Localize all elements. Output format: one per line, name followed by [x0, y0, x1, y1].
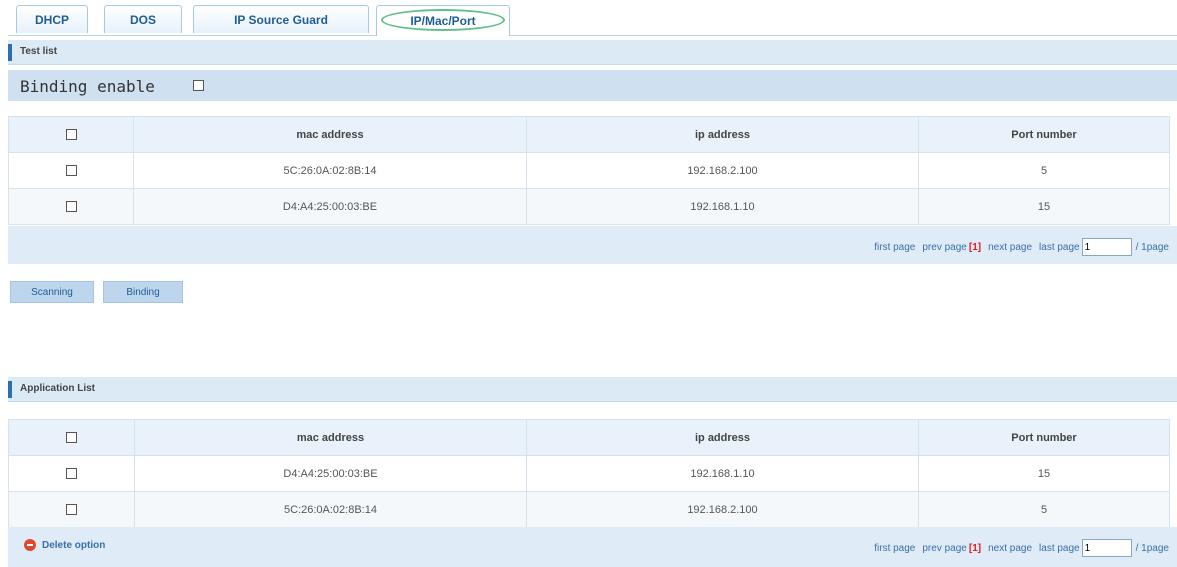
page-total: / 1page: [1135, 241, 1169, 253]
table-header-row: mac address ip address Port number: [8, 419, 1170, 456]
page-total: / 1page: [1135, 542, 1169, 554]
ip-cell: 192.168.2.100: [526, 152, 919, 189]
port-cell: 15: [918, 188, 1170, 225]
application-list-footer: Delete option first page prev page [1] n…: [8, 527, 1177, 567]
application-list-table: mac address ip address Port number D4:A4…: [8, 419, 1170, 528]
tab-dhcp[interactable]: DHCP: [16, 5, 88, 33]
select-all-checkbox[interactable]: [65, 129, 77, 141]
test-list-pager-bar: first page prev page [1] next page last …: [8, 226, 1177, 264]
table-row[interactable]: 5C:26:0A:02:8B:14 192.168.2.100 5: [8, 152, 1170, 189]
column-header-ip: ip address: [526, 419, 919, 456]
scanning-button[interactable]: Scanning: [10, 281, 94, 303]
port-cell: 5: [918, 152, 1170, 189]
row-select-cell: [8, 455, 135, 492]
tab-label: IP/Mac/Port: [410, 14, 476, 28]
select-all-cell: [8, 419, 135, 456]
next-page-link[interactable]: next page: [988, 242, 1032, 253]
row-select-cell: [8, 491, 135, 528]
minus-circle-icon: [24, 539, 36, 551]
binding-enable-row: Binding enable: [8, 70, 1177, 101]
column-header-port: Port number: [918, 419, 1170, 456]
row-select-cell: [8, 188, 134, 225]
table-row[interactable]: D4:A4:25:00:03:BE 192.168.1.10 15: [8, 455, 1170, 492]
pagination: first page prev page [1] next page last …: [867, 238, 1169, 256]
table-header-row: mac address ip address Port number: [8, 116, 1170, 153]
tab-label: DOS: [129, 12, 156, 27]
section-title: Test list: [20, 46, 58, 57]
column-header-mac: mac address: [133, 116, 527, 153]
table-row[interactable]: D4:A4:25:00:03:BE 192.168.1.10 15: [8, 188, 1170, 225]
row-checkbox[interactable]: [65, 165, 77, 177]
tab-label: DHCP: [34, 12, 69, 27]
binding-enable-label: Binding enable: [20, 77, 155, 96]
ip-cell: 192.168.1.10: [526, 455, 919, 492]
section-title: Application List: [20, 383, 95, 394]
binding-enable-checkbox[interactable]: [193, 80, 204, 91]
prev-page-link[interactable]: prev page: [922, 242, 966, 253]
next-page-link[interactable]: next page: [988, 543, 1032, 554]
binding-button[interactable]: Binding: [103, 281, 183, 303]
pagination: first page prev page [1] next page last …: [867, 539, 1169, 557]
table-row[interactable]: 5C:26:0A:02:8B:14 192.168.2.100 5: [8, 491, 1170, 528]
mac-cell: D4:A4:25:00:03:BE: [133, 188, 527, 225]
select-all-checkbox[interactable]: [66, 432, 77, 444]
first-page-link[interactable]: first page: [874, 242, 915, 253]
row-checkbox[interactable]: [65, 201, 77, 213]
ip-cell: 192.168.2.100: [526, 491, 919, 528]
test-list-header: Test list: [8, 40, 1177, 65]
tab-dos[interactable]: DOS: [104, 5, 182, 33]
column-header-port: Port number: [918, 116, 1170, 153]
current-page-indicator: [1]: [968, 241, 982, 253]
first-page-link[interactable]: first page: [874, 543, 915, 554]
row-checkbox[interactable]: [66, 468, 77, 480]
last-page-link[interactable]: last page: [1039, 543, 1080, 554]
page-number-input[interactable]: [1081, 238, 1132, 256]
prev-page-link[interactable]: prev page: [922, 543, 966, 554]
tab-ip-source-guard[interactable]: IP Source Guard: [193, 5, 369, 33]
tab-label: IP Source Guard: [234, 12, 328, 27]
tab-bar: DHCP DOS IP Source Guard IP/Mac/Port: [0, 0, 1177, 37]
row-checkbox[interactable]: [66, 504, 77, 516]
mac-cell: 5C:26:0A:02:8B:14: [134, 491, 527, 528]
delete-option-button[interactable]: Delete option: [24, 539, 105, 551]
row-select-cell: [8, 152, 134, 189]
port-cell: 5: [918, 491, 1170, 528]
current-page-indicator: [1]: [968, 542, 982, 554]
test-list-table: mac address ip address Port number 5C:26…: [8, 116, 1170, 225]
delete-option-label: Delete option: [42, 539, 106, 551]
page-number-input[interactable]: [1081, 539, 1132, 557]
mac-cell: 5C:26:0A:02:8B:14: [133, 152, 527, 189]
column-header-mac: mac address: [134, 419, 527, 456]
last-page-link[interactable]: last page: [1039, 242, 1080, 253]
column-header-ip: ip address: [526, 116, 919, 153]
tab-ip-mac-port[interactable]: IP/Mac/Port: [376, 5, 510, 36]
section-accent: [8, 44, 12, 61]
ip-cell: 192.168.1.10: [526, 188, 919, 225]
select-all-cell: [8, 116, 134, 153]
tab-baseline: [8, 35, 1177, 36]
application-list-header: Application List: [8, 377, 1177, 402]
section-accent: [8, 381, 12, 398]
mac-cell: D4:A4:25:00:03:BE: [134, 455, 527, 492]
port-cell: 15: [918, 455, 1170, 492]
